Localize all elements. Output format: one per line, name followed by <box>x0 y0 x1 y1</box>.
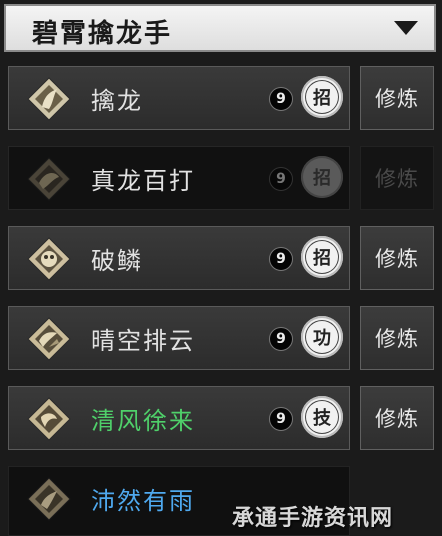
clear-sky-skill-icon <box>27 317 71 361</box>
train-button[interactable]: 修炼 <box>360 386 434 450</box>
skill-set-title: 碧霄擒龙手 <box>32 19 173 49</box>
skill-row-qinlong: 擒龙 9 招 修炼 <box>0 64 442 134</box>
rain-skill-icon <box>27 477 71 521</box>
skill-panel[interactable]: 晴空排云 9 功 <box>8 306 350 370</box>
skill-panel[interactable]: 破鳞 9 招 <box>8 226 350 290</box>
skill-type-badge: 功 <box>301 316 343 358</box>
train-button[interactable]: 修炼 <box>360 306 434 370</box>
skill-row-qingkongpaiyun: 晴空排云 9 功 修炼 <box>0 304 442 374</box>
skill-type-badge: 招 <box>301 236 343 278</box>
skill-level-badge: 9 <box>269 87 293 111</box>
skill-panel[interactable]: 擒龙 9 招 <box>8 66 350 130</box>
skill-name: 破鳞 <box>91 247 143 275</box>
skill-level-badge: 9 <box>269 247 293 271</box>
skill-level-badge: 9 <box>269 167 293 191</box>
break-scale-skill-icon <box>27 237 71 281</box>
dropdown-arrow-icon[interactable] <box>394 21 418 37</box>
train-button[interactable]: 修炼 <box>360 66 434 130</box>
skill-type-badge: 招 <box>301 76 343 118</box>
skill-row-zhenlongbaida: 真龙百打 9 招 修炼 <box>0 144 442 214</box>
skill-set-selector[interactable]: 碧霄擒龙手 <box>4 4 436 52</box>
skill-type-badge: 技 <box>301 396 343 438</box>
skill-name: 沛然有雨 <box>91 487 195 515</box>
skill-row-polin: 破鳞 9 招 修炼 <box>0 224 442 294</box>
dragon-claw-skill-icon <box>27 77 71 121</box>
skill-name: 清风徐来 <box>91 407 195 435</box>
skill-row-qingfengxulai: 清风徐来 9 技 修炼 <box>0 384 442 454</box>
breeze-skill-icon <box>27 397 71 441</box>
site-watermark: 承通手游资讯网 <box>232 506 394 531</box>
train-button[interactable]: 修炼 <box>360 146 434 210</box>
skill-name: 真龙百打 <box>91 167 195 195</box>
train-button[interactable]: 修炼 <box>360 226 434 290</box>
skill-level-badge: 9 <box>269 327 293 351</box>
skill-panel[interactable]: 清风徐来 9 技 <box>8 386 350 450</box>
dragon-strike-skill-icon <box>27 157 71 201</box>
skill-panel[interactable]: 真龙百打 9 招 <box>8 146 350 210</box>
skill-level-badge: 9 <box>269 407 293 431</box>
skill-name: 晴空排云 <box>91 327 195 355</box>
skill-type-badge: 招 <box>301 156 343 198</box>
skill-name: 擒龙 <box>91 87 143 115</box>
